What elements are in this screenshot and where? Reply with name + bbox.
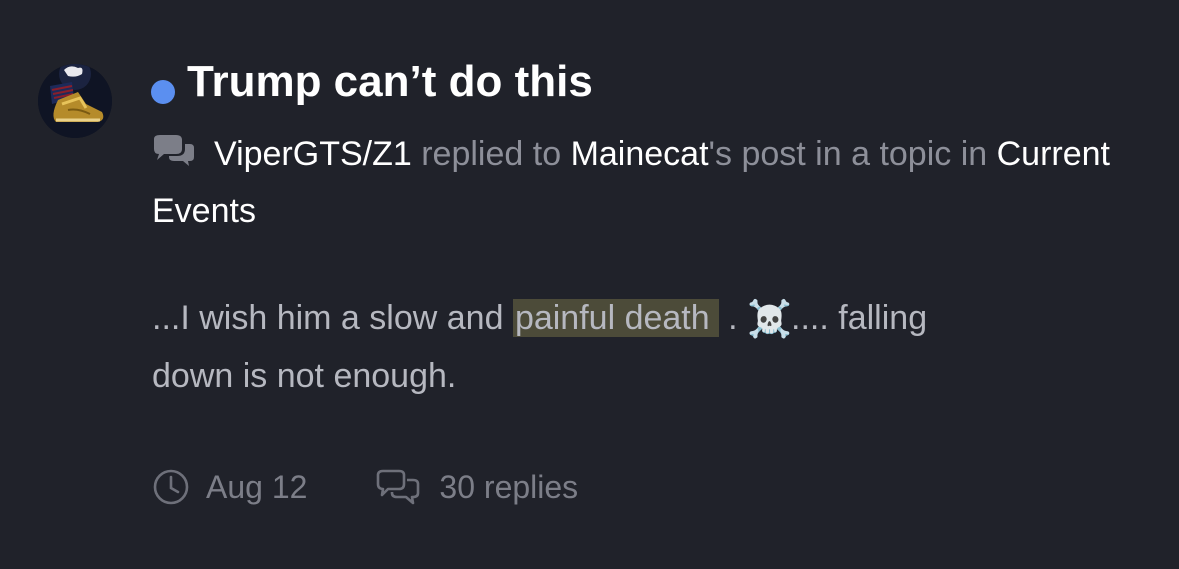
excerpt-text-after: .... falling (791, 299, 928, 337)
excerpt-period: . (728, 299, 738, 337)
sneaker-avatar-icon (38, 64, 112, 138)
skull-emoji: ☠️ (747, 299, 792, 340)
post-excerpt[interactable]: ...I wish him a slow and painful death .… (152, 290, 1152, 405)
avatar[interactable] (38, 64, 112, 138)
actor-link[interactable]: ViperGTS/Z1 (214, 135, 412, 173)
replies-count[interactable]: 30 replies (375, 468, 578, 506)
search-highlight: painful death (512, 299, 719, 337)
suffix-text: 's post in a topic in (708, 135, 988, 173)
date-text: Aug 12 (206, 468, 308, 505)
replies-icon (377, 469, 420, 505)
recipient-link[interactable]: Mainecat (571, 135, 709, 173)
topic-title[interactable]: Trump can’t do this (187, 56, 593, 108)
excerpt-text-before: ...I wish him a slow and (152, 299, 504, 337)
post-date: Aug 12 (152, 468, 307, 506)
activity-line: ViperGTS/Z1 replied to Mainecat's post i… (152, 126, 1162, 240)
post-meta: Aug 12 30 replies (152, 462, 578, 512)
replies-text: 30 replies (439, 468, 579, 505)
clock-icon (153, 469, 189, 505)
action-text: replied to (421, 135, 562, 173)
chat-bubbles-icon (154, 135, 194, 166)
unread-indicator (151, 80, 175, 104)
excerpt-text-line2: down is not enough. (152, 357, 457, 395)
